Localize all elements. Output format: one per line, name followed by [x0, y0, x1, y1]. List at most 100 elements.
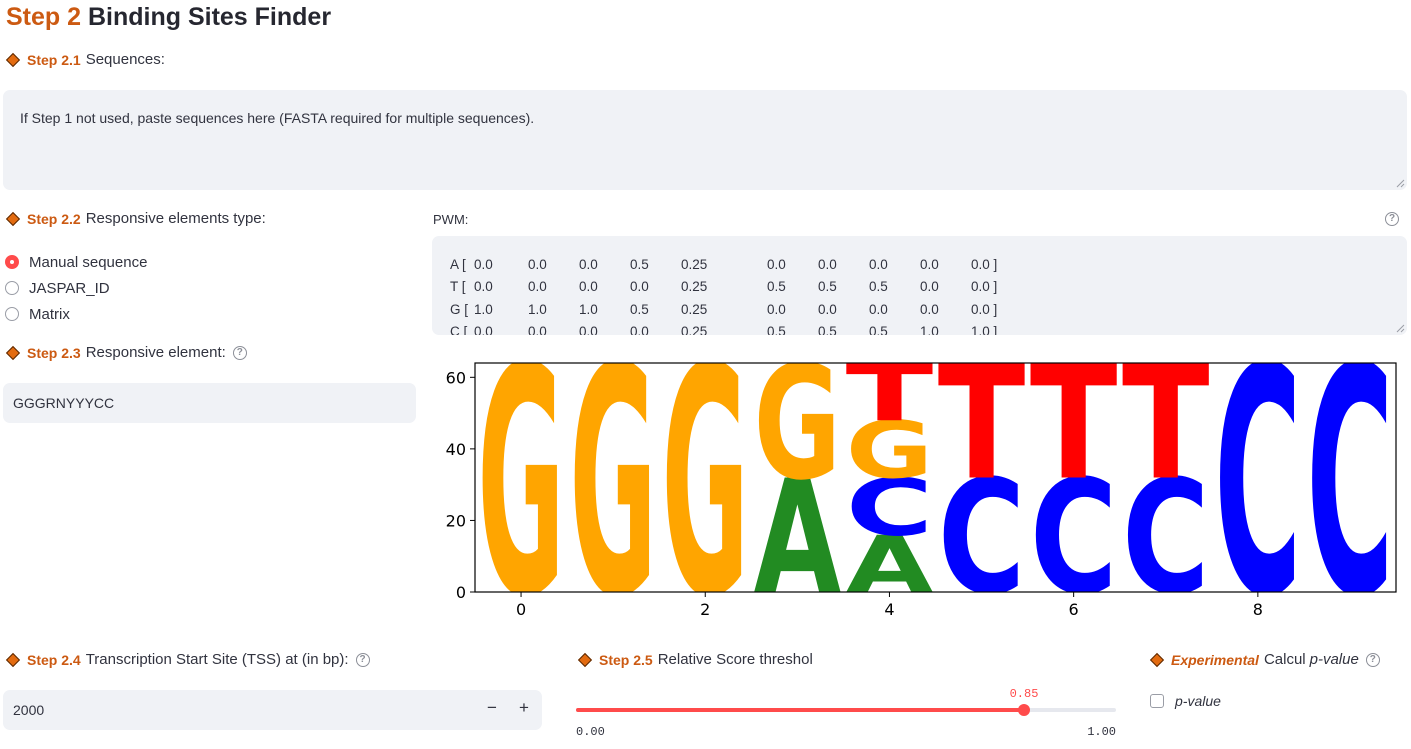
- pwm-cell: 0.0: [818, 301, 837, 317]
- diamond-icon: [5, 211, 21, 226]
- radio-label: Matrix: [29, 305, 70, 323]
- radio-label: Manual sequence: [29, 253, 148, 271]
- threshold-label-text: Relative Score threshol: [657, 651, 813, 668]
- pwm-cell: 0.5: [767, 324, 786, 335]
- pwm-cell: 0.0: [528, 279, 547, 295]
- step-2-1: Step 2.1: [27, 51, 81, 68]
- checkbox[interactable]: [1150, 694, 1164, 708]
- logo-letter-G: G: [662, 355, 749, 625]
- step-2-4: Step 2.4: [27, 651, 81, 668]
- pwm-cell: 0.0: [630, 324, 649, 335]
- radio-manual-sequence[interactable]: Manual sequence: [5, 249, 147, 275]
- radio-matrix[interactable]: Matrix: [5, 301, 147, 327]
- slider-thumb[interactable]: [1018, 704, 1030, 716]
- pwm-cell: 0.25: [681, 301, 708, 317]
- pwm-cell: 0.0: [818, 256, 837, 272]
- page-title: Step 2 Binding Sites Finder: [6, 0, 331, 34]
- step-2-5: Step 2.5: [599, 651, 653, 668]
- logo-letter-T: T: [938, 355, 1026, 515]
- pwm-cell: 0.0: [528, 256, 547, 272]
- radio-icon[interactable]: [5, 307, 19, 321]
- experimental-label-italic: p-value: [1309, 651, 1359, 668]
- step-2-2: Step 2.2: [27, 210, 81, 227]
- diamond-icon: [5, 52, 21, 67]
- pwm-cell: 0.0 ]: [971, 279, 998, 295]
- radio-selected-icon[interactable]: [5, 255, 19, 269]
- diamond-icon: [5, 345, 21, 360]
- logo-letter-T: T: [1122, 355, 1210, 515]
- radio-jaspar-id[interactable]: JASPAR_ID: [5, 275, 147, 301]
- step-2-3: Step 2.3: [27, 344, 81, 361]
- help-icon[interactable]: ?: [355, 652, 370, 667]
- pwm-cell: 0.0: [869, 301, 888, 317]
- increment-button[interactable]: +: [519, 698, 529, 718]
- pwm-base: A [: [450, 256, 466, 272]
- slider-max-label: 1.00: [1087, 725, 1116, 739]
- help-icon[interactable]: ?: [1385, 212, 1399, 226]
- pwm-cell: 0.25: [681, 256, 708, 272]
- pwm-cell: 0.0: [579, 324, 598, 335]
- slider-fill: [576, 708, 1024, 712]
- resize-handle-icon[interactable]: [1396, 324, 1405, 333]
- pwm-cell: 0.0 ]: [971, 301, 998, 317]
- experimental-label-text: Calcul: [1263, 651, 1306, 668]
- sequences-placeholder: If Step 1 not used, paste sequences here…: [20, 110, 535, 126]
- pwm-cell: 0.5: [869, 324, 888, 335]
- logo-letter-T: T: [846, 355, 934, 439]
- y-tick-label: 40: [446, 440, 466, 459]
- checkbox-label: p-value: [1175, 693, 1221, 709]
- experimental-step: Experimental: [1171, 651, 1259, 668]
- pwm-textarea[interactable]: A [0.0 0.0 0.0 0.5 0.25 0.0 0.0 0.0 0.0 0.0 ] T [0…: [432, 236, 1407, 335]
- decrement-button[interactable]: −: [487, 698, 497, 718]
- pwm-row: T [0.0 0.0 0.0 0.0 0.25 0.5 0.5 0.5 0.0 0.0 ]: [450, 276, 1022, 299]
- pwm-cell: 0.0: [630, 279, 649, 295]
- sequences-textarea[interactable]: If Step 1 not used, paste sequences here…: [3, 90, 1407, 190]
- y-tick-label: 60: [446, 368, 466, 387]
- pwm-row: G [1.0 1.0 1.0 0.5 0.25 0.0 0.0 0.0 0.0 0.0 ]: [450, 298, 1022, 321]
- sequences-label-text: Sequences:: [85, 51, 165, 68]
- x-tick-label: 0: [516, 600, 526, 619]
- pwm-cell: 0.5: [818, 324, 837, 335]
- x-tick-label: 2: [700, 600, 710, 619]
- slider-min-label: 0.00: [576, 725, 605, 739]
- logo-letter-T: T: [1030, 355, 1118, 515]
- pwm-base: G [: [450, 301, 469, 317]
- tss-number-input[interactable]: 2000 − +: [3, 690, 542, 730]
- pwm-cell: 0.0: [474, 256, 493, 272]
- threshold-slider[interactable]: 0.85 0.00 1.00: [576, 684, 1116, 739]
- slider-value-label: 0.85: [1009, 687, 1039, 701]
- logo-letter-G: G: [754, 355, 841, 515]
- pwm-cell: 0.0: [920, 279, 939, 295]
- radio-icon[interactable]: [5, 281, 19, 295]
- pwm-cell: 0.0: [767, 256, 786, 272]
- pwm-cell: 0.5: [869, 279, 888, 295]
- diamond-icon: [1149, 652, 1165, 667]
- y-tick-label: 0: [456, 583, 466, 602]
- re-type-radio-group: Manual sequence JASPAR_ID Matrix: [5, 249, 147, 327]
- pwm-cell: 0.0: [767, 301, 786, 317]
- pwm-cell: 1.0: [579, 301, 598, 317]
- radio-label: JASPAR_ID: [29, 279, 110, 297]
- title-step: Step 2: [6, 3, 82, 31]
- sequence-logo-chart: G G G AGACGTCTCTCT C C 0 2 4 6 80204060: [446, 355, 1397, 625]
- tss-value: 2000: [13, 702, 45, 718]
- pwm-cell: 0.0 ]: [971, 256, 998, 272]
- help-icon[interactable]: ?: [1365, 652, 1380, 667]
- pvalue-checkbox-row[interactable]: p-value: [1150, 693, 1221, 709]
- resize-handle-icon[interactable]: [1396, 179, 1405, 188]
- diamond-icon: [5, 652, 21, 667]
- pwm-row: C [0.0 0.0 0.0 0.0 0.25 0.5 0.5 0.5 1.0 1.0 ]: [450, 321, 1022, 335]
- re-type-label-text: Responsive elements type:: [85, 210, 266, 227]
- re-input-value: GGGRNYYYCC: [13, 395, 115, 411]
- pwm-content: A [0.0 0.0 0.0 0.5 0.25 0.0 0.0 0.0 0.0 0.0 ] T [0…: [450, 253, 1022, 335]
- pwm-cell: 1.0: [920, 324, 939, 335]
- re-input[interactable]: GGGRNYYYCC: [3, 383, 416, 423]
- logo-letter-C: C: [1214, 355, 1301, 625]
- pwm-cell: 0.0: [474, 279, 493, 295]
- logo-letter-G: G: [477, 355, 564, 625]
- logo-letter-C: C: [1306, 355, 1393, 625]
- pwm-cell: 0.0: [579, 256, 598, 272]
- help-icon[interactable]: ?: [232, 345, 247, 360]
- pwm-cell: 1.0 ]: [971, 324, 998, 335]
- sequences-label: Step 2.1 Sequences:: [5, 51, 165, 68]
